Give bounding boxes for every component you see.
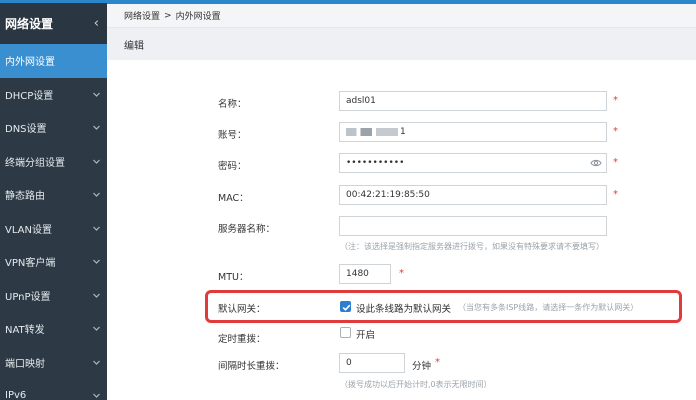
sidebar-item-9[interactable]: 端口映射 bbox=[0, 346, 107, 380]
sidebar-item-10[interactable]: IPv6 bbox=[0, 379, 107, 400]
sidebar-item-5[interactable]: VLAN设置 bbox=[0, 212, 107, 246]
account-value-text: 1 bbox=[400, 127, 406, 137]
section-title-text: 编辑 bbox=[124, 40, 144, 52]
sidebar-item-label: 静态路由 bbox=[5, 191, 45, 203]
edit-form: 名称： adsl01 * 账号： 1 * 密码： ••••••••••• * M… bbox=[107, 60, 696, 400]
breadcrumb-current: 内外网设置 bbox=[175, 12, 221, 22]
chevron-down-icon bbox=[93, 159, 100, 164]
breadcrumb: 网络设置 > 内外网设置 bbox=[107, 4, 696, 28]
sidebar: 网络设置 ‹ 内外网设置 DHCP设置 DNS设置终端分组设置 静态路由 VLAN设置 V… bbox=[0, 0, 107, 400]
mac-label: MAC： bbox=[218, 193, 249, 204]
highlight-box bbox=[205, 290, 682, 323]
password-required-mark: * bbox=[613, 157, 618, 168]
sidebar-item-label: VLAN设置 bbox=[5, 224, 52, 236]
scheduled-redial-checkbox[interactable] bbox=[340, 327, 351, 338]
mtu-input[interactable]: 1480 bbox=[339, 264, 391, 284]
sidebar-item-1[interactable]: DHCP设置 bbox=[0, 78, 107, 112]
sidebar-item-label: VPN客户端 bbox=[5, 258, 56, 270]
sidebar-item-label: IPv6 bbox=[5, 390, 27, 400]
interval-required-mark: * bbox=[435, 357, 440, 368]
name-required-mark: * bbox=[613, 95, 618, 106]
sidebar-item-0[interactable]: 内外网设置 bbox=[0, 44, 107, 78]
mtu-required-mark: * bbox=[399, 268, 404, 279]
section-title: 编辑 bbox=[107, 28, 696, 60]
sidebar-item-label: DNS设置 bbox=[5, 124, 47, 136]
chevron-down-icon bbox=[93, 92, 100, 97]
breadcrumb-parent[interactable]: 网络设置 bbox=[124, 9, 160, 22]
server-label: 服务器名称： bbox=[218, 224, 276, 235]
sidebar-item-6[interactable]: VPN客户端 bbox=[0, 245, 107, 279]
mac-input[interactable]: 00:42:21:19:85:50 bbox=[339, 185, 607, 205]
sidebar-item-3[interactable]: 终端分组设置 bbox=[0, 145, 107, 179]
chevron-down-icon bbox=[93, 192, 100, 198]
chevron-down-icon bbox=[93, 226, 100, 231]
account-label: 账号： bbox=[218, 130, 247, 141]
interval-unit: 分钟 bbox=[412, 361, 432, 372]
sidebar-item-8[interactable]: NAT转发 bbox=[0, 312, 107, 346]
interval-hint: （拨号成功以后开始计时,0表示无限时间） bbox=[340, 380, 492, 389]
sidebar-item-label: DHCP设置 bbox=[5, 90, 54, 102]
chevron-down-icon bbox=[93, 259, 100, 265]
account-masked-text bbox=[346, 128, 398, 136]
mac-required-mark: * bbox=[613, 189, 618, 200]
interval-label: 间隔时长重拨： bbox=[218, 361, 285, 372]
sidebar-header: 网络设置 ‹ bbox=[0, 0, 107, 44]
chevron-down-icon bbox=[93, 360, 100, 365]
scheduled-redial-checkbox-label: 开启 bbox=[356, 330, 376, 341]
name-input[interactable]: adsl01 bbox=[339, 91, 607, 111]
sidebar-title: 网络设置 bbox=[5, 17, 54, 31]
account-input[interactable]: 1 bbox=[339, 122, 607, 142]
scheduled-redial-label: 定时重拨： bbox=[218, 334, 266, 345]
password-value: ••••••••••• bbox=[346, 158, 405, 168]
server-input[interactable] bbox=[339, 216, 607, 236]
sidebar-item-label: 端口映射 bbox=[5, 358, 45, 370]
sidebar-item-2[interactable]: DNS设置 bbox=[0, 111, 107, 145]
account-required-mark: * bbox=[613, 126, 618, 137]
mtu-label: MTU： bbox=[218, 272, 249, 283]
eye-icon[interactable] bbox=[590, 157, 602, 169]
sidebar-item-label: 内外网设置 bbox=[5, 57, 55, 69]
chevron-down-icon bbox=[93, 393, 100, 399]
sidebar-item-4[interactable]: 静态路由 bbox=[0, 178, 107, 212]
sidebar-item-label: UPnP设置 bbox=[5, 291, 51, 303]
sidebar-item-label: 终端分组设置 bbox=[5, 157, 65, 169]
chevron-down-icon bbox=[93, 326, 100, 332]
password-label: 密码： bbox=[218, 161, 247, 172]
interval-input[interactable]: 0 bbox=[339, 353, 405, 373]
chevron-down-icon bbox=[93, 293, 100, 298]
chevron-down-icon bbox=[93, 125, 100, 131]
server-hint: （注：该选择是强制指定服务器进行拨号，如果没有特殊要求请不要填写） bbox=[340, 242, 604, 251]
collapse-icon[interactable]: ‹ bbox=[94, 16, 99, 31]
sidebar-item-label: NAT转发 bbox=[5, 325, 45, 337]
breadcrumb-separator: > bbox=[164, 10, 172, 21]
password-input[interactable]: ••••••••••• bbox=[339, 153, 607, 173]
sidebar-item-7[interactable]: UPnP设置 bbox=[0, 279, 107, 313]
name-label: 名称： bbox=[218, 99, 247, 110]
